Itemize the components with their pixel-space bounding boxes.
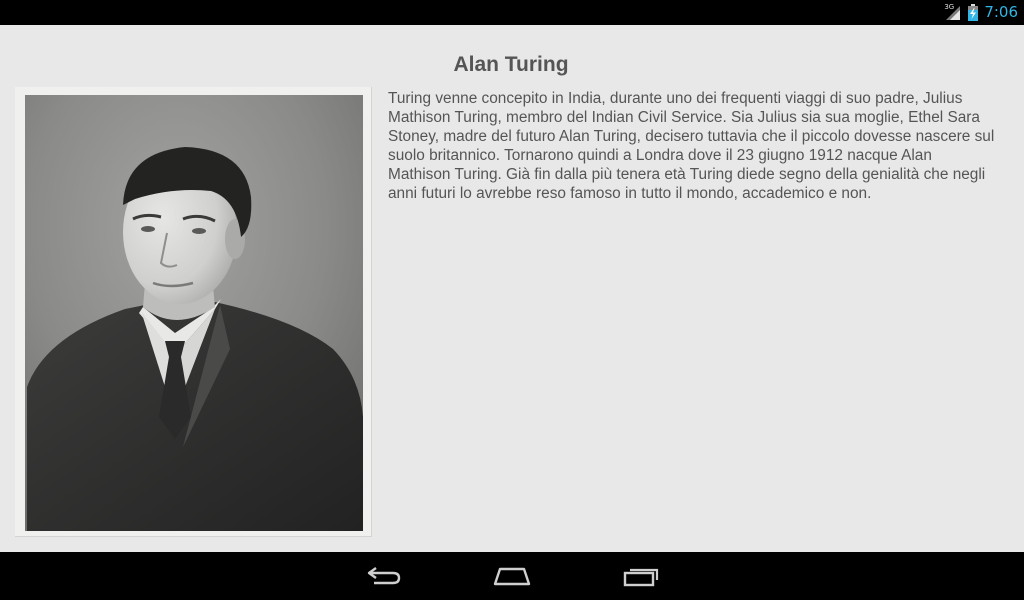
home-icon bbox=[493, 567, 531, 586]
navigation-bar bbox=[0, 552, 1024, 600]
signal-icon: 3G bbox=[944, 3, 962, 22]
main-content: Alan Turing Turing venne concepito in In… bbox=[0, 25, 1024, 552]
bio-paragraph: Turing venne concepito in India, durante… bbox=[388, 90, 995, 202]
recents-icon bbox=[623, 568, 659, 587]
battery-charging-icon bbox=[968, 4, 979, 21]
clock: 7:06 bbox=[984, 3, 1018, 21]
home-button[interactable] bbox=[472, 552, 552, 600]
back-icon bbox=[367, 567, 401, 585]
status-icons: 3G 7:06 bbox=[944, 0, 1018, 25]
back-button[interactable] bbox=[344, 552, 424, 600]
portrait-photo bbox=[15, 87, 372, 537]
page-title: Alan Turing bbox=[453, 53, 569, 76]
recents-button[interactable] bbox=[601, 552, 681, 600]
status-bar: 3G 7:06 bbox=[0, 0, 1024, 25]
